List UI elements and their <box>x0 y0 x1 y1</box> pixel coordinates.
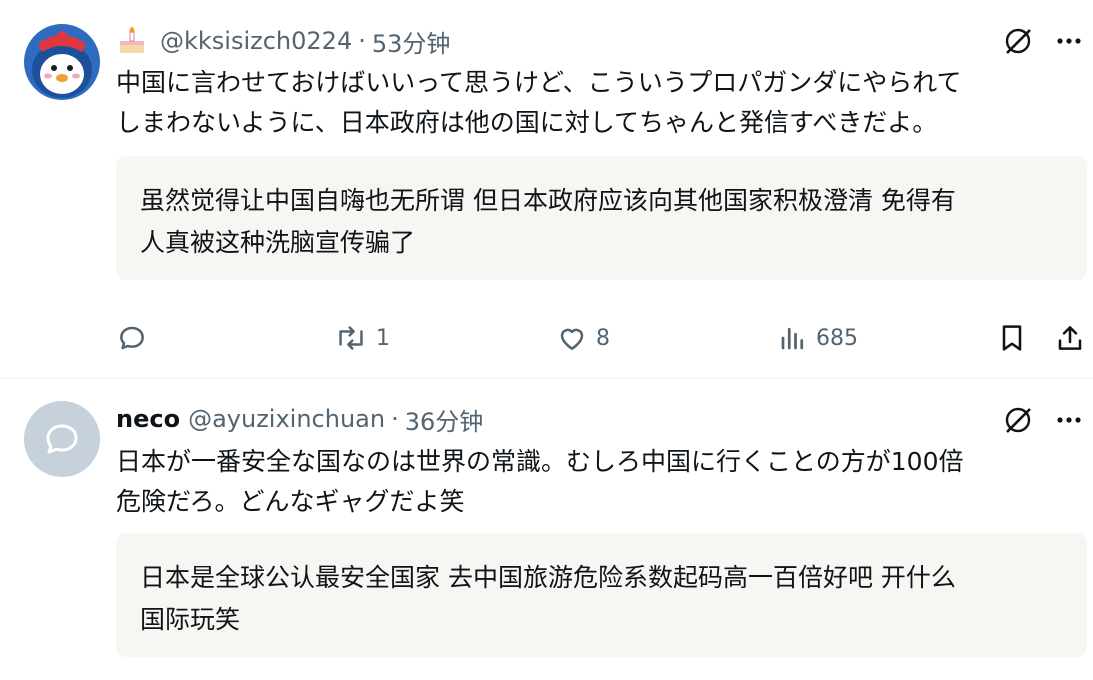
translation-line: 虽然觉得让中国自嗨也无所谓 但日本政府应该向其他国家积极澄清 免得有 <box>140 186 956 215</box>
reply-button[interactable] <box>116 316 156 360</box>
tweet-text-line: 中国に言わせておけばいいって思うけど、こういうプロパガンダにやられて <box>116 68 962 97</box>
tweet-header: @kksisizch0224 · 53分钟 <box>116 24 450 58</box>
tweet-text: 中国に言わせておけばいいって思うけど、こういうプロパガンダにやられて しまわない… <box>116 63 1076 143</box>
translation-line: 日本是全球公认最安全国家 去中国旅游危险系数起码高一百倍好吧 开什么 <box>140 563 956 592</box>
more-icon[interactable] <box>1055 27 1083 55</box>
share-icon <box>1058 326 1082 350</box>
tweet-text-line: 危険だろ。どんなギャグだよ笑 <box>116 487 465 516</box>
tweet-header: neco @ayuzixinchuan · 36分钟 <box>116 402 483 436</box>
more-icon[interactable] <box>1055 406 1083 434</box>
heart-icon <box>560 328 584 350</box>
share-button[interactable] <box>1054 316 1086 360</box>
avatar[interactable] <box>24 24 100 100</box>
translation-box: 日本是全球公认最安全国家 去中国旅游危险系数起码高一百倍好吧 开什么 国际玩笑 <box>116 533 1087 657</box>
views-button[interactable]: 685 <box>778 316 858 360</box>
retweet-button[interactable]: 1 <box>334 316 390 360</box>
tweet-text-line: 日本が一番安全な国なのは世界の常識。むしろ中国に行くことの方が100倍 <box>116 447 964 476</box>
header-actions <box>1003 24 1083 58</box>
action-bar: 1 8 685 <box>0 316 1093 360</box>
grok-icon[interactable] <box>1003 405 1033 435</box>
translation-line: 人真被这种洗脑宣传骗了 <box>140 228 416 257</box>
tweet-text: 日本が一番安全な国なのは世界の常識。むしろ中国に行くことの方が100倍 危険だろ… <box>116 442 1076 522</box>
tweet-text-line: しまわないように、日本政府は他の国に対してちゃんと発信すべきだよ。 <box>116 108 938 137</box>
user-handle[interactable]: @ayuzixinchuan <box>188 405 385 433</box>
grok-icon[interactable] <box>1003 26 1033 56</box>
display-name[interactable]: neco <box>116 405 180 433</box>
translation-line: 国际玩笑 <box>140 605 241 634</box>
views-count: 685 <box>816 325 858 351</box>
timestamp[interactable]: 36分钟 <box>405 402 484 437</box>
bookmark-button[interactable] <box>996 316 1028 360</box>
penguin-avatar-icon <box>24 24 100 100</box>
chat-bubble-avatar-icon <box>24 401 100 477</box>
tweet-1[interactable]: @kksisizch0224 · 53分钟 中国に言わせておけばいいって思うけど… <box>0 0 1093 378</box>
reply-icon <box>120 326 144 350</box>
translation-box: 虽然觉得让中国自嗨也无所谓 但日本政府应该向其他国家积极澄清 免得有 人真被这种… <box>116 156 1087 280</box>
header-actions <box>1003 403 1083 437</box>
header-separator: · <box>391 405 399 433</box>
timestamp[interactable]: 53分钟 <box>372 24 451 59</box>
like-button[interactable]: 8 <box>556 316 610 360</box>
like-count: 8 <box>596 325 610 351</box>
cake-emoji-icon <box>116 27 152 55</box>
header-separator: · <box>358 27 366 55</box>
bookmark-icon <box>1002 325 1022 351</box>
views-icon <box>781 327 804 350</box>
retweet-count: 1 <box>376 325 390 351</box>
user-handle[interactable]: @kksisizch0224 <box>160 27 352 55</box>
tweet-2[interactable]: neco @ayuzixinchuan · 36分钟 日本が一番安全な国なのは世… <box>0 379 1093 680</box>
avatar[interactable] <box>24 401 100 477</box>
retweet-icon <box>339 326 363 350</box>
